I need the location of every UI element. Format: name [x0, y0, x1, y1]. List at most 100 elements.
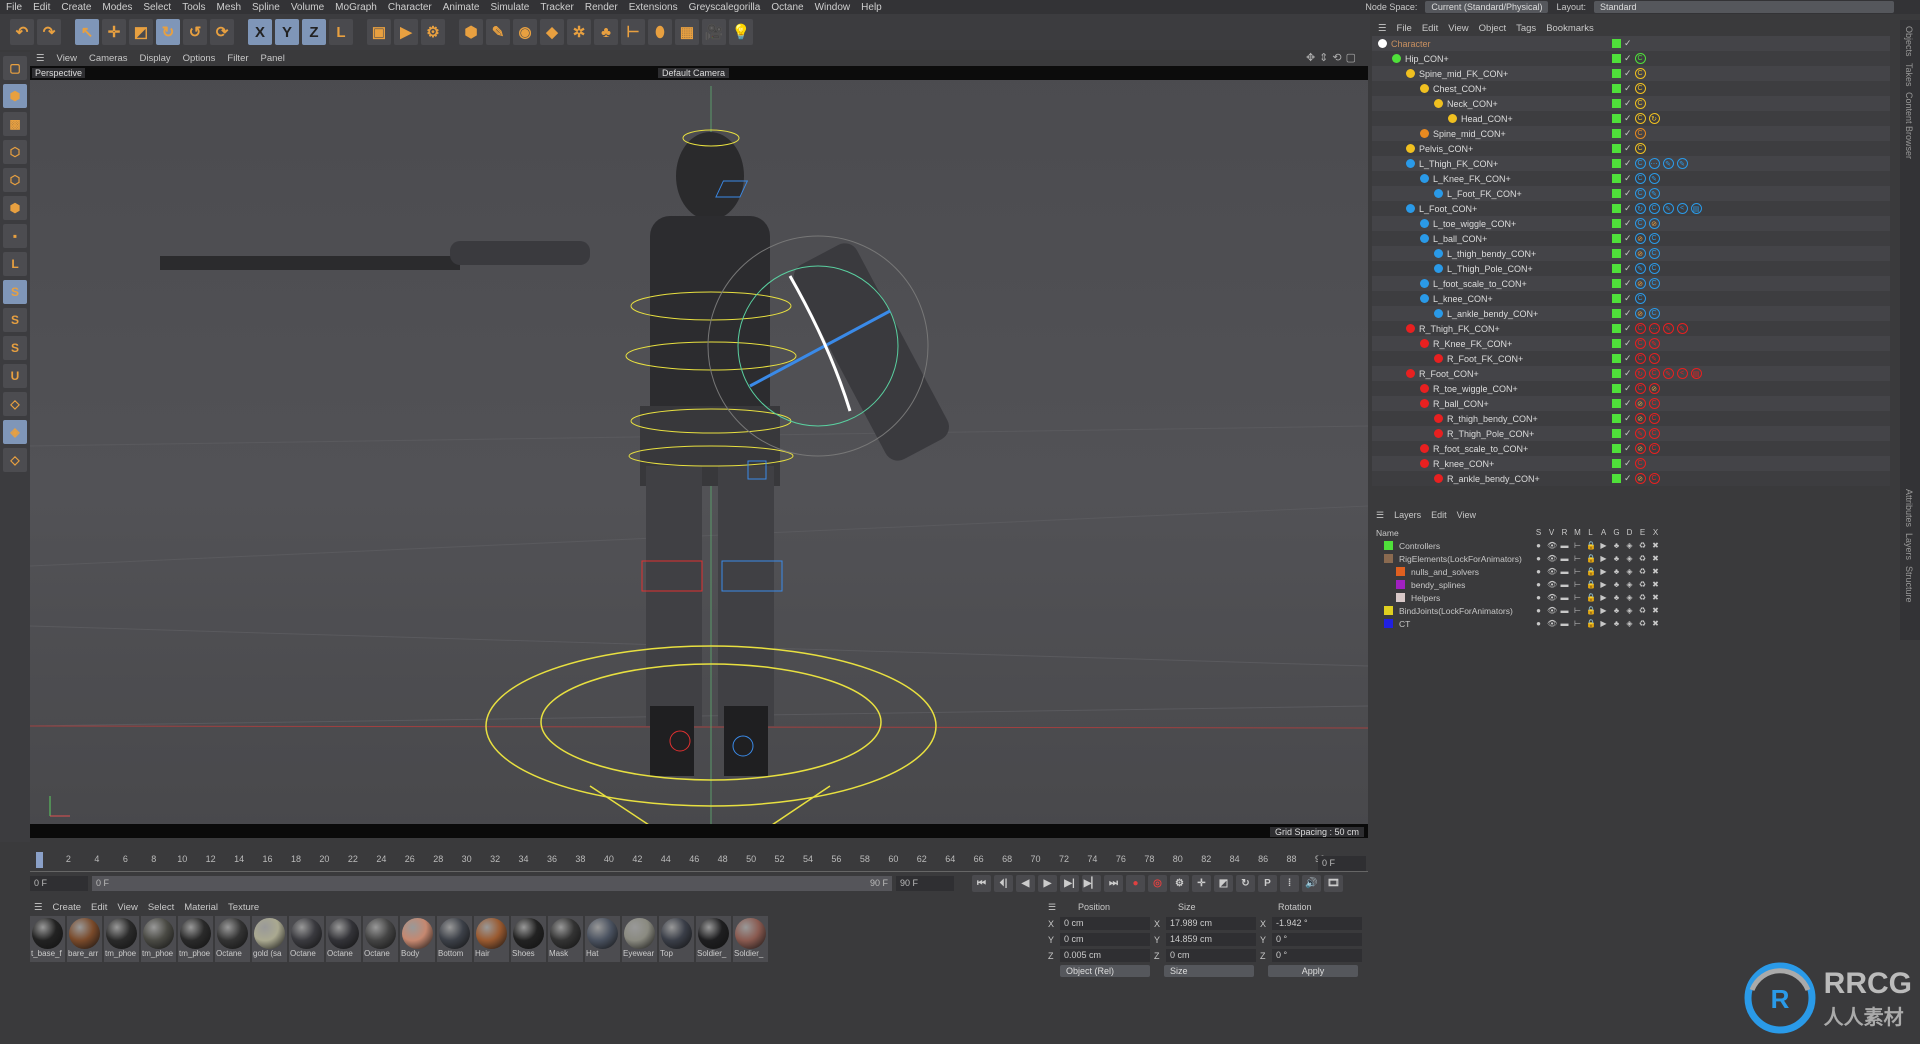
constraint-tag-icon[interactable]: C: [1648, 248, 1660, 259]
menu-tracker[interactable]: Tracker: [540, 2, 574, 13]
viewport-nav-icons[interactable]: ✥⇕⟲▢: [1306, 51, 1360, 64]
layer-toggle-icon[interactable]: ▶: [1599, 619, 1608, 628]
material-menu-select[interactable]: Select: [148, 902, 174, 913]
visibility-toggle[interactable]: [1612, 369, 1621, 378]
hamburger-icon[interactable]: ☰: [1048, 902, 1078, 913]
tag-icon[interactable]: ✎: [1648, 338, 1660, 349]
enabled-check-icon[interactable]: ✓: [1624, 128, 1632, 139]
layer-toggle-icon[interactable]: ✖: [1651, 580, 1660, 589]
layer-toggle-icon[interactable]: ♣: [1612, 541, 1621, 550]
material-menu-edit[interactable]: Edit: [91, 902, 107, 913]
next-key-icon[interactable]: ▶▏: [1082, 874, 1101, 892]
layer-toggle-icon[interactable]: ●: [1534, 580, 1543, 589]
object-row[interactable]: R_Thigh_Pole_CON+ ✓ ✎ C: [1372, 426, 1890, 441]
visibility-toggle[interactable]: [1612, 144, 1621, 153]
layer-toggle-icon[interactable]: ♣: [1612, 593, 1621, 602]
layer-toggle-icon[interactable]: ♻: [1638, 567, 1647, 576]
object-row[interactable]: L_Thigh_Pole_CON+ ✓ ✎ C: [1372, 261, 1890, 276]
tag-icon[interactable]: ✎: [1662, 158, 1674, 169]
layer-toggle-icon[interactable]: ✖: [1651, 593, 1660, 602]
layer-toggle-icon[interactable]: ▶: [1599, 541, 1608, 550]
tag-icon[interactable]: ⋯: [1648, 158, 1660, 169]
visibility-toggle[interactable]: [1612, 459, 1621, 468]
object-row[interactable]: Chest_CON+ ✓ C: [1372, 81, 1890, 96]
layer-toggle-icon[interactable]: ◈: [1625, 619, 1634, 628]
go-start-icon[interactable]: ⏮: [972, 874, 991, 892]
tag-icon[interactable]: ✎: [1648, 173, 1660, 184]
layer-toggle-icon[interactable]: ♣: [1612, 580, 1621, 589]
menu-octane[interactable]: Octane: [771, 2, 803, 13]
viewport-menu-filter[interactable]: Filter: [227, 53, 248, 64]
workplane-icon[interactable]: ◇: [3, 392, 27, 416]
layer-toggle-icon[interactable]: 👁: [1547, 619, 1557, 628]
material-swatch[interactable]: tm_phoe: [104, 916, 139, 962]
constraint-tag-icon[interactable]: C: [1648, 398, 1660, 409]
layer-toggle-icon[interactable]: ♣: [1612, 567, 1621, 576]
visibility-toggle[interactable]: [1612, 174, 1621, 183]
layer-toggle-icon[interactable]: 🔒: [1586, 619, 1596, 628]
layer-toggle-icon[interactable]: ▬: [1560, 554, 1569, 563]
position-z-field[interactable]: 0.005 cm: [1060, 949, 1150, 962]
constraint-tag-icon[interactable]: C: [1634, 218, 1646, 229]
layer-toggle-icon[interactable]: ⊢: [1573, 606, 1582, 615]
object-menu-file[interactable]: File: [1397, 23, 1412, 34]
tab-structure[interactable]: Structure: [1904, 566, 1914, 603]
constraint-tag-icon[interactable]: C: [1648, 413, 1660, 424]
layer-toggle-icon[interactable]: ▬: [1560, 541, 1569, 550]
object-row[interactable]: R_knee_CON+ ✓ C: [1372, 456, 1890, 471]
layer-toggle-icon[interactable]: 👁: [1547, 554, 1557, 563]
viewport-menu-options[interactable]: Options: [183, 53, 216, 64]
enabled-check-icon[interactable]: ✓: [1624, 413, 1632, 424]
tag-icon[interactable]: ▤: [1690, 368, 1702, 379]
enabled-check-icon[interactable]: ✓: [1624, 143, 1632, 154]
range-start-field[interactable]: 0 F: [30, 875, 88, 891]
tab-takes[interactable]: Takes: [1904, 63, 1914, 87]
constraint-tag-icon[interactable]: C: [1634, 338, 1646, 349]
visibility-toggle[interactable]: [1612, 264, 1621, 273]
menu-character[interactable]: Character: [388, 2, 432, 13]
tag-icon[interactable]: ✎: [1634, 263, 1646, 274]
constraint-tag-icon[interactable]: C: [1648, 263, 1660, 274]
layer-toggle-icon[interactable]: 🔒: [1586, 606, 1596, 615]
tab-layers[interactable]: Layers: [1904, 533, 1914, 560]
layer-color-swatch[interactable]: [1384, 606, 1393, 615]
menu-extensions[interactable]: Extensions: [629, 2, 678, 13]
visibility-toggle[interactable]: [1612, 219, 1621, 228]
mograph-icon[interactable]: ♣: [594, 19, 618, 45]
layer-toggle-icon[interactable]: ✖: [1651, 554, 1660, 563]
object-row[interactable]: Spine_mid_FK_CON+ ✓ C: [1372, 66, 1890, 81]
layer-toggle-icon[interactable]: ▶: [1599, 567, 1608, 576]
enabled-check-icon[interactable]: ✓: [1624, 68, 1632, 79]
visibility-toggle[interactable]: [1612, 204, 1621, 213]
position-x-field[interactable]: 0 cm: [1060, 917, 1150, 930]
layer-toggle-icon[interactable]: 🔒: [1586, 554, 1596, 563]
protection-tag-icon[interactable]: ⊘: [1648, 383, 1660, 394]
object-row[interactable]: L_toe_wiggle_CON+ ✓ C ⊘: [1372, 216, 1890, 231]
visibility-toggle[interactable]: [1612, 474, 1621, 483]
layer-toggle-icon[interactable]: ♻: [1638, 619, 1647, 628]
menu-edit[interactable]: Edit: [33, 2, 50, 13]
go-end-icon[interactable]: ⏭: [1104, 874, 1123, 892]
object-row[interactable]: Spine_mid_CON+ ✓ C: [1372, 126, 1890, 141]
constraint-tag-icon[interactable]: C: [1634, 158, 1646, 169]
object-row[interactable]: R_thigh_bendy_CON+ ✓ ⊘ C: [1372, 411, 1890, 426]
enabled-check-icon[interactable]: ✓: [1624, 218, 1632, 229]
tag-icon[interactable]: ↻: [1634, 203, 1646, 214]
visibility-toggle[interactable]: [1612, 384, 1621, 393]
constraint-tag-icon[interactable]: C: [1634, 353, 1646, 364]
layer-toggle-icon[interactable]: ◈: [1625, 593, 1634, 602]
protection-tag-icon[interactable]: ⊘: [1634, 278, 1646, 289]
visibility-toggle[interactable]: [1612, 324, 1621, 333]
coordinate-mode-select[interactable]: Object (Rel): [1060, 965, 1150, 977]
object-row[interactable]: Character ✓: [1372, 36, 1890, 51]
rotate-icon[interactable]: ↻: [156, 19, 180, 45]
constraint-tag-icon[interactable]: C: [1648, 233, 1660, 244]
hamburger-icon[interactable]: ☰: [1376, 510, 1384, 521]
menu-simulate[interactable]: Simulate: [490, 2, 529, 13]
protection-tag-icon[interactable]: ⊘: [1634, 308, 1646, 319]
object-menu-view[interactable]: View: [1448, 23, 1468, 34]
layer-toggle-icon[interactable]: 🔒: [1586, 567, 1596, 576]
select-icon[interactable]: ↖: [75, 19, 99, 45]
layer-toggle-icon[interactable]: ♻: [1638, 606, 1647, 615]
viewport-menu-display[interactable]: Display: [140, 53, 171, 64]
